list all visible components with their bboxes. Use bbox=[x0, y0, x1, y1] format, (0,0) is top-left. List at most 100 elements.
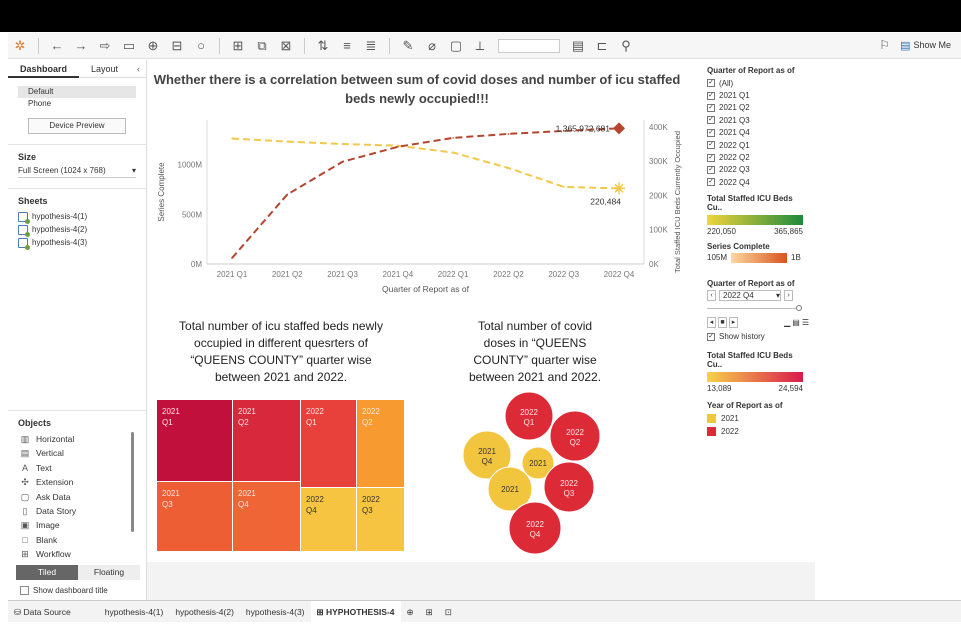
quarter-checkbox[interactable]: ✓ bbox=[707, 178, 715, 187]
quarter-filter-item[interactable]: ✓ (All) bbox=[707, 77, 809, 89]
series-gradient-row: 105M 1B bbox=[707, 252, 809, 263]
icu-max-label: 365,865 bbox=[774, 226, 803, 236]
play-icon[interactable]: ▸ bbox=[729, 316, 738, 328]
dual-axis-line-chart[interactable]: 0M 500M 1000M 0K 100K 200K 300K 400K 2021 Q1 2021… bbox=[152, 112, 687, 308]
quarter-checkbox[interactable]: ✓ bbox=[707, 103, 715, 112]
fix-axes-icon[interactable]: ⟂ bbox=[471, 37, 489, 55]
share-icon[interactable]: ⚲ bbox=[617, 37, 635, 55]
slider-handle[interactable] bbox=[796, 304, 802, 311]
fit-dropdown[interactable] bbox=[498, 38, 560, 53]
new-story-icon[interactable]: ⊡ bbox=[439, 601, 458, 623]
redo-icon[interactable]: → bbox=[72, 37, 90, 55]
tableau-logo-icon[interactable]: ✲ bbox=[11, 37, 29, 55]
treemap-chart[interactable]: 2021 Q1 2021 Q2 2022 Q1 2022 Q2 2021 Q3 2021 Q4 2022… bbox=[157, 400, 405, 552]
presentation-icon[interactable]: ⊏ bbox=[593, 37, 611, 55]
sheet-tab[interactable]: hypothesis-4(1) bbox=[99, 601, 170, 623]
quarter-checkbox[interactable]: ✓ bbox=[707, 153, 715, 162]
highlight-icon[interactable]: ✎ bbox=[399, 37, 417, 55]
quarter-filter-item[interactable]: ✓ 2022 Q2 bbox=[707, 151, 809, 163]
object-workflow[interactable]: ⊞ Workflow bbox=[8, 547, 147, 561]
new-datasource-icon[interactable]: ⊕ bbox=[144, 37, 162, 55]
size-dropdown[interactable]: Full Screen (1024 x 768) ▾ bbox=[18, 166, 136, 178]
floating-button[interactable]: Floating bbox=[78, 565, 140, 580]
device-default[interactable]: Default bbox=[18, 86, 136, 98]
object-vertical[interactable]: ▤ Vertical bbox=[8, 446, 147, 460]
new-worksheet-icon[interactable]: ⊕ bbox=[401, 601, 420, 623]
quarter-filter-item[interactable]: ✓ 2021 Q1 bbox=[707, 89, 809, 101]
save-icon[interactable]: ▭ bbox=[120, 37, 138, 55]
quarter-checkbox[interactable]: ✓ bbox=[707, 165, 715, 174]
group-icon[interactable]: ⌀ bbox=[423, 37, 441, 55]
sheet-item[interactable]: hypothesis-4(2) bbox=[8, 223, 146, 237]
year-label: 2022 bbox=[721, 426, 739, 436]
pause-icon[interactable]: ⊟ bbox=[168, 37, 186, 55]
collapse-pane-icon[interactable]: ‹ bbox=[137, 64, 140, 74]
object-text[interactable]: A Text bbox=[8, 461, 147, 475]
new-sheet-icon[interactable]: ⊞ bbox=[229, 37, 247, 55]
speed-fast-icon[interactable]: ☰ bbox=[802, 318, 809, 327]
object-extension[interactable]: ✣ Extension bbox=[8, 475, 147, 489]
quarter-filter-item[interactable]: ✓ 2021 Q2 bbox=[707, 102, 809, 114]
quarter-checkbox[interactable]: ✓ bbox=[707, 91, 715, 100]
object-ask-data[interactable]: ▢ Ask Data bbox=[8, 490, 147, 504]
fit-icon[interactable]: ▤ bbox=[569, 37, 587, 55]
refresh-icon[interactable]: ○ bbox=[192, 37, 210, 55]
new-dashboard-icon[interactable]: ⊞ bbox=[420, 601, 439, 623]
quarter-checkbox[interactable]: ✓ bbox=[707, 141, 715, 150]
quarter-filter-item[interactable]: ✓ 2021 Q4 bbox=[707, 127, 809, 139]
quarter-checkbox[interactable]: ✓ bbox=[707, 116, 715, 125]
back-icon[interactable]: ◂ bbox=[707, 316, 716, 328]
dropdown-arrow-icon: ▾ bbox=[131, 166, 136, 175]
undo-icon[interactable]: ← bbox=[48, 37, 66, 55]
year-legend-item[interactable]: 2022 bbox=[707, 425, 809, 438]
device-phone[interactable]: Phone bbox=[18, 98, 136, 110]
sort-asc-icon[interactable]: ≡ bbox=[338, 37, 356, 55]
show-history-option[interactable]: ✓ Show history bbox=[707, 331, 809, 343]
sheet-tab[interactable]: hypothesis-4(2) bbox=[169, 601, 240, 623]
object-horizontal[interactable]: ▥ Horizontal bbox=[8, 432, 147, 446]
pin-icon[interactable]: ⚐ bbox=[879, 38, 890, 52]
objects-scrollbar[interactable] bbox=[131, 432, 134, 532]
quarter-filter-item[interactable]: ✓ 2022 Q1 bbox=[707, 139, 809, 151]
sort-desc-icon[interactable]: ≣ bbox=[362, 37, 380, 55]
object-image[interactable]: ▣ Image bbox=[8, 518, 147, 532]
quarter-filter-item[interactable]: ✓ 2021 Q3 bbox=[707, 114, 809, 126]
stop-icon[interactable]: ■ bbox=[718, 316, 727, 328]
sheet-tab-active[interactable]: ⊞ HYPHOTHESIS-4 bbox=[310, 600, 401, 623]
clear-icon[interactable]: ⊠ bbox=[277, 37, 295, 55]
sheet-tab[interactable]: hypothesis-4(3) bbox=[240, 601, 311, 623]
next-icon[interactable]: › bbox=[784, 289, 793, 301]
show-title-checkbox[interactable] bbox=[20, 586, 29, 595]
duplicate-icon[interactable]: ⧉ bbox=[253, 37, 271, 55]
object-data-story[interactable]: ▯ Data Story bbox=[8, 504, 147, 518]
previous-icon[interactable]: ‹ bbox=[707, 289, 716, 301]
year-legend-item[interactable]: 2021 bbox=[707, 412, 809, 425]
show-history-checkbox[interactable]: ✓ bbox=[707, 332, 715, 341]
speed-slow-icon[interactable]: ▁ bbox=[784, 318, 790, 327]
quarter-slider[interactable] bbox=[707, 304, 802, 311]
speed-medium-icon[interactable]: ▤ bbox=[792, 318, 800, 327]
tiled-button[interactable]: Tiled bbox=[16, 565, 78, 580]
redo-arrow-icon[interactable]: ⇨ bbox=[96, 37, 114, 55]
object-blank[interactable]: □ Blank bbox=[8, 533, 147, 547]
object-label: Ask Data bbox=[36, 491, 71, 502]
sheet-item[interactable]: hypothesis-4(3) bbox=[8, 236, 146, 250]
quarter-filter-item[interactable]: ✓ 2022 Q4 bbox=[707, 176, 809, 188]
device-preview-button[interactable]: Device Preview bbox=[28, 118, 126, 134]
show-title-option[interactable]: Show dashboard title bbox=[20, 586, 108, 595]
bubble-chart[interactable]: 2022Q12022Q22021Q4 202120212022Q32022Q4 bbox=[457, 392, 607, 557]
label-icon[interactable]: ▢ bbox=[447, 37, 465, 55]
quarter-dropdown[interactable]: 2022 Q4 ▾ bbox=[719, 289, 781, 301]
bubble-quarter: Q3 bbox=[564, 489, 575, 498]
sheet-item[interactable]: hypothesis-4(1) bbox=[8, 210, 146, 224]
data-source-tab[interactable]: ⛁ Data Source bbox=[8, 601, 77, 623]
tab-dashboard[interactable]: Dashboard bbox=[8, 60, 80, 78]
quarter-checkbox[interactable]: ✓ bbox=[707, 79, 715, 88]
treemap-title-line: Total number of icu staffed beds newly bbox=[179, 319, 383, 333]
swap-icon[interactable]: ⇅ bbox=[314, 37, 332, 55]
objects-heading: Objects bbox=[18, 418, 52, 428]
quarter-checkbox[interactable]: ✓ bbox=[707, 128, 715, 137]
show-me-button[interactable]: ▤ Show Me bbox=[900, 39, 951, 52]
quarter-filter-item[interactable]: ✓ 2022 Q3 bbox=[707, 164, 809, 176]
tab-layout[interactable]: Layout bbox=[79, 60, 130, 78]
